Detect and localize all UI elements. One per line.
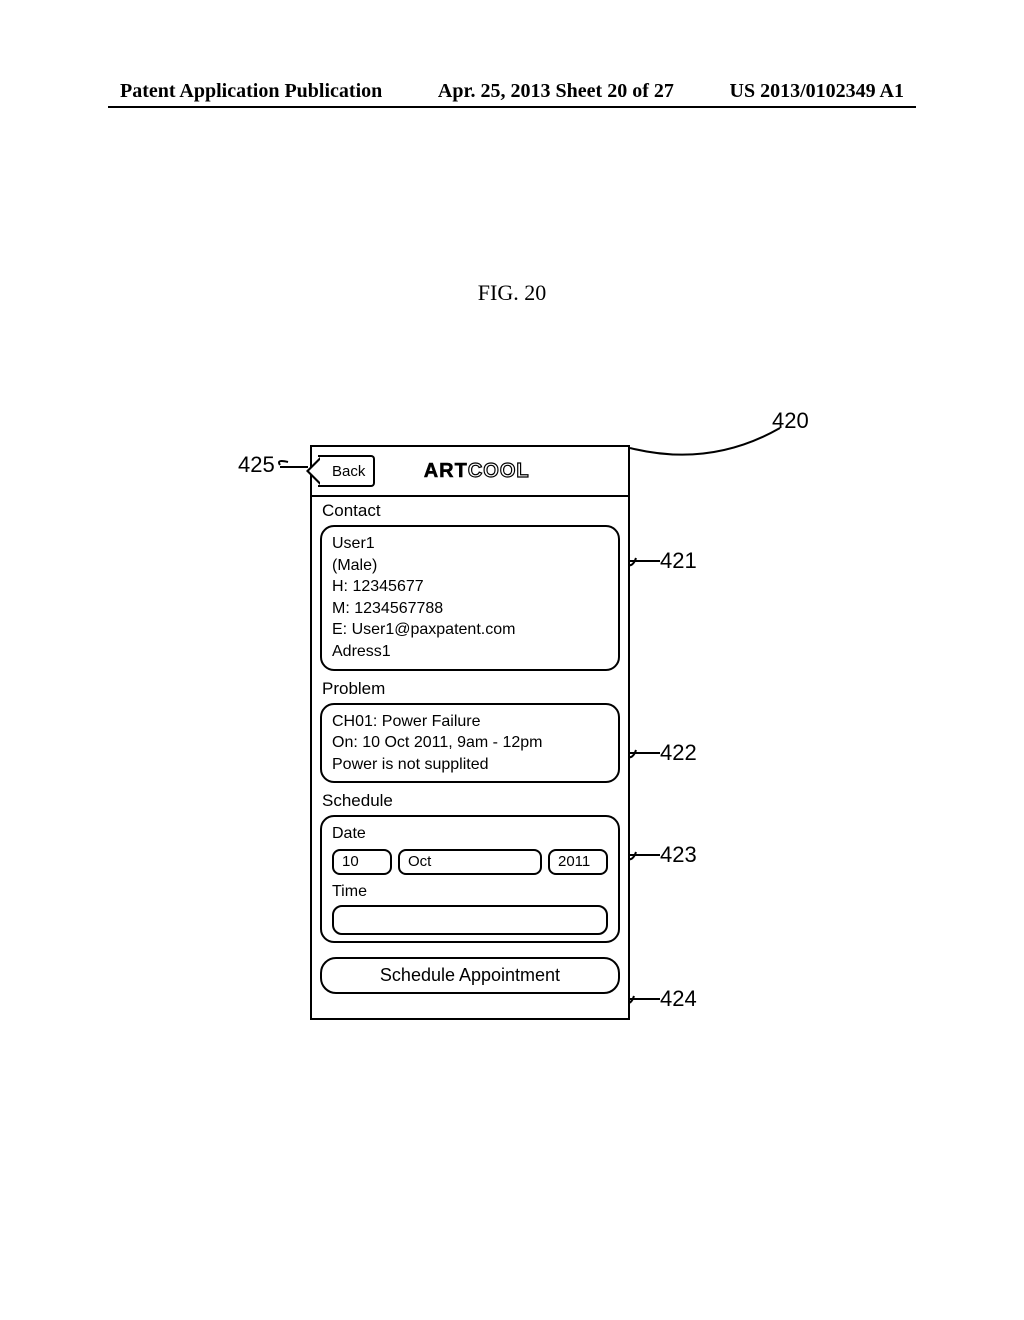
lead-425-arc <box>276 459 296 479</box>
date-month-input[interactable]: Oct <box>398 849 542 875</box>
contact-home: H: 12345677 <box>332 576 608 598</box>
lead-420 <box>620 424 790 464</box>
contact-mobile: M: 1234567788 <box>332 598 608 620</box>
contact-address: Adress1 <box>332 641 608 663</box>
problem-header: Problem <box>312 675 628 703</box>
contact-card[interactable]: User1 (Male) H: 12345677 M: 1234567788 E… <box>320 525 620 671</box>
date-day-input[interactable]: 10 <box>332 849 392 875</box>
contact-name: User1 <box>332 533 608 555</box>
callout-422: 422 <box>660 740 697 766</box>
date-row: 10 Oct 2011 <box>332 849 608 875</box>
schedule-appointment-button[interactable]: Schedule Appointment <box>320 957 620 994</box>
contact-email: E: User1@paxpatent.com <box>332 619 608 641</box>
title-bar: Back ARTCOOL <box>312 447 628 497</box>
back-button-label: Back <box>332 463 365 480</box>
schedule-card: Date 10 Oct 2011 Time <box>320 815 620 942</box>
date-year-input[interactable]: 2011 <box>548 849 608 875</box>
time-input[interactable] <box>332 905 608 935</box>
problem-card[interactable]: CH01: Power Failure On: 10 Oct 2011, 9am… <box>320 703 620 784</box>
contact-header: Contact <box>312 497 628 525</box>
patent-page: Patent Application Publication Apr. 25, … <box>0 0 1024 1320</box>
brand-outline: COOL <box>468 460 530 482</box>
header-left: Patent Application Publication <box>120 80 382 103</box>
page-header: Patent Application Publication Apr. 25, … <box>0 80 1024 103</box>
date-label: Date <box>332 823 608 845</box>
contact-gender: (Male) <box>332 555 608 577</box>
callout-425: 425 <box>238 452 275 478</box>
time-label: Time <box>332 881 608 903</box>
brand-title: ARTCOOL <box>375 460 628 483</box>
figure-label: FIG. 20 <box>0 280 1024 306</box>
callout-423: 423 <box>660 842 697 868</box>
callout-424: 424 <box>660 986 697 1012</box>
brand-plain: ART <box>424 460 468 482</box>
schedule-header: Schedule <box>312 787 628 815</box>
header-rule <box>108 106 916 108</box>
header-center: Apr. 25, 2013 Sheet 20 of 27 <box>438 80 674 103</box>
phone-frame: Back ARTCOOL Contact User1 (Male) H: 123… <box>310 445 630 1020</box>
back-button[interactable]: Back <box>318 455 375 487</box>
schedule-appointment-label: Schedule Appointment <box>380 965 560 985</box>
problem-when: On: 10 Oct 2011, 9am - 12pm <box>332 732 608 754</box>
problem-code: CH01: Power Failure <box>332 711 608 733</box>
callout-421: 421 <box>660 548 697 574</box>
header-right: US 2013/0102349 A1 <box>730 80 904 103</box>
problem-desc: Power is not supplited <box>332 754 608 776</box>
